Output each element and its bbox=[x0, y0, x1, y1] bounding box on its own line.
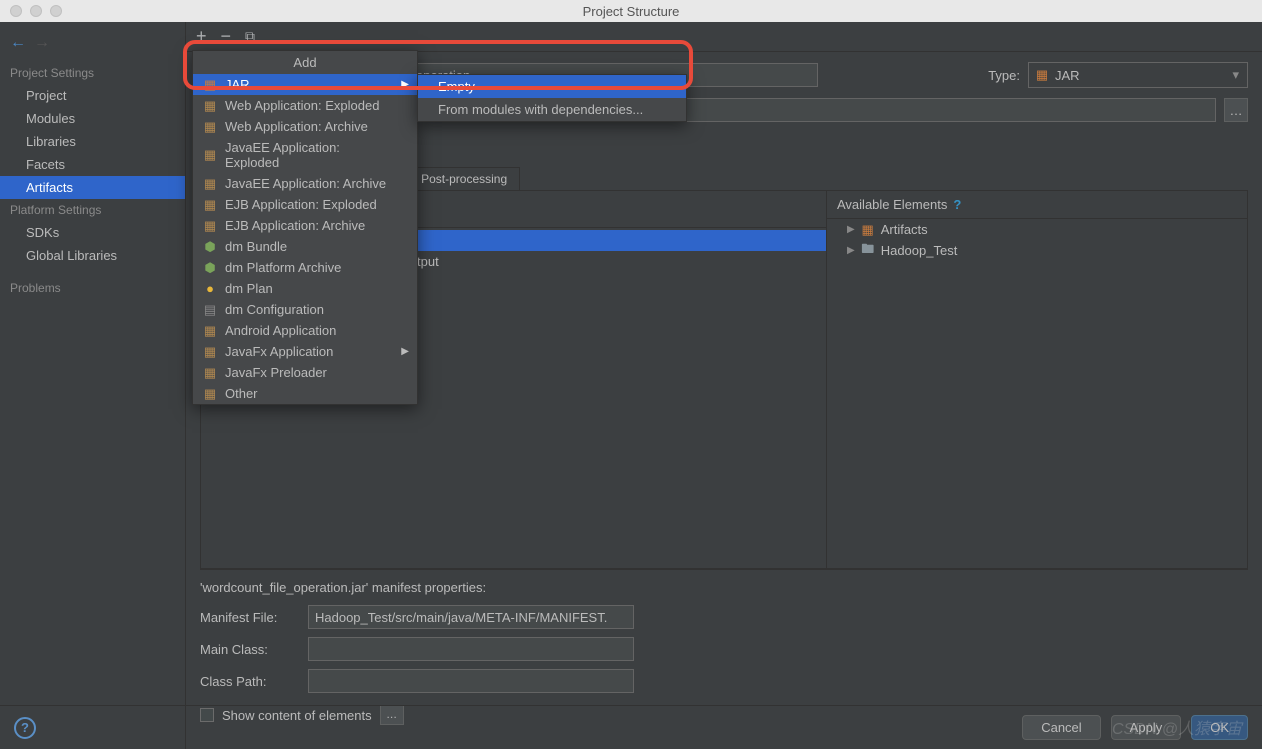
submenu-empty[interactable]: Empty bbox=[418, 75, 686, 98]
archive-icon: ▦ bbox=[203, 198, 217, 212]
ctx-dm-plan[interactable]: ●dm Plan bbox=[193, 278, 417, 299]
bundle-icon: ⬢ bbox=[203, 240, 217, 254]
sidebar-item-project[interactable]: Project bbox=[0, 84, 185, 107]
minimize-window-button[interactable] bbox=[30, 5, 42, 17]
manifest-title: 'wordcount_file_operation.jar' manifest … bbox=[200, 580, 1248, 595]
maximize-window-button[interactable] bbox=[50, 5, 62, 17]
platform-icon: ⬢ bbox=[203, 261, 217, 275]
available-hadoop-test[interactable]: ▶ 🖿 Hadoop_Test bbox=[827, 240, 1247, 261]
manifest-file-input[interactable] bbox=[308, 605, 634, 629]
javafx-icon: ▦ bbox=[203, 345, 217, 359]
layout-right-panel: Available Elements ? ▶ ▦ Artifacts ▶ 🖿 H… bbox=[827, 191, 1247, 568]
nav-arrows: ← → bbox=[0, 30, 185, 62]
ctx-javaee-archive[interactable]: ▦JavaEE Application: Archive bbox=[193, 173, 417, 194]
ctx-javafx-app[interactable]: ▦JavaFx Application▶ bbox=[193, 341, 417, 362]
ctx-dm-bundle[interactable]: ⬢dm Bundle bbox=[193, 236, 417, 257]
back-arrow-icon[interactable]: ← bbox=[10, 34, 26, 52]
artifacts-icon: ▦ bbox=[861, 223, 875, 237]
help-icon[interactable]: ? bbox=[953, 197, 961, 212]
archive-icon: ▦ bbox=[203, 99, 217, 113]
footer: ? Cancel Apply OK bbox=[0, 705, 1262, 749]
module-icon: 🖿 bbox=[861, 244, 875, 258]
expand-icon: ▶ bbox=[847, 224, 855, 235]
submenu-from-modules[interactable]: From modules with dependencies... bbox=[418, 98, 686, 121]
type-label: Type: bbox=[988, 68, 1020, 83]
archive-icon: ▦ bbox=[203, 177, 217, 191]
available-elements-header: Available Elements ? bbox=[827, 191, 1247, 219]
main-container: ← → Project Settings Project Modules Lib… bbox=[0, 22, 1262, 749]
type-value: JAR bbox=[1055, 68, 1080, 83]
artifacts-toolbar: + − ⧉ bbox=[186, 22, 1262, 52]
traffic-lights bbox=[0, 5, 62, 17]
manifest-file-label: Manifest File: bbox=[200, 610, 300, 625]
ctx-dm-platform[interactable]: ⬢dm Platform Archive bbox=[193, 257, 417, 278]
help-button[interactable]: ? bbox=[14, 717, 36, 739]
sidebar: ← → Project Settings Project Modules Lib… bbox=[0, 22, 186, 749]
sidebar-item-global-libraries[interactable]: Global Libraries bbox=[0, 244, 185, 267]
ctx-other[interactable]: ▦Other bbox=[193, 383, 417, 404]
ctx-dm-config[interactable]: ▤dm Configuration bbox=[193, 299, 417, 320]
submenu-arrow-icon: ▶ bbox=[401, 79, 409, 90]
jar-submenu: Empty From modules with dependencies... bbox=[417, 74, 687, 122]
add-artifact-button[interactable]: + bbox=[196, 26, 207, 47]
sidebar-section-project: Project Settings bbox=[0, 62, 185, 84]
main-class-label: Main Class: bbox=[200, 642, 300, 657]
class-path-row: Class Path: bbox=[200, 669, 1248, 693]
browse-output-button[interactable]: … bbox=[1224, 98, 1248, 122]
ctx-ejb-exploded[interactable]: ▦EJB Application: Exploded bbox=[193, 194, 417, 215]
available-artifacts[interactable]: ▶ ▦ Artifacts bbox=[827, 219, 1247, 240]
context-menu-title: Add bbox=[193, 51, 417, 74]
sidebar-item-modules[interactable]: Modules bbox=[0, 107, 185, 130]
ctx-ejb-archive[interactable]: ▦EJB Application: Archive bbox=[193, 215, 417, 236]
add-context-menu: Add ▦ JAR ▶ Empty From modules with depe… bbox=[192, 50, 418, 405]
class-path-input[interactable] bbox=[308, 669, 634, 693]
titlebar: Project Structure bbox=[0, 0, 1262, 22]
sidebar-item-facets[interactable]: Facets bbox=[0, 153, 185, 176]
class-path-label: Class Path: bbox=[200, 674, 300, 689]
plan-icon: ● bbox=[203, 282, 217, 296]
watermark: CSDN @人猿宇宙 bbox=[1112, 715, 1242, 739]
sidebar-section-problems[interactable]: Problems bbox=[0, 277, 185, 299]
archive-icon: ▦ bbox=[203, 120, 217, 134]
javafx-icon: ▦ bbox=[203, 366, 217, 380]
jar-icon: ▦ bbox=[1035, 68, 1049, 82]
remove-artifact-button[interactable]: − bbox=[221, 26, 232, 47]
expand-icon: ▶ bbox=[847, 245, 855, 256]
close-window-button[interactable] bbox=[10, 5, 22, 17]
config-icon: ▤ bbox=[203, 303, 217, 317]
ctx-javaee-exploded[interactable]: ▦JavaEE Application: Exploded bbox=[193, 137, 417, 173]
available-item-label: Hadoop_Test bbox=[881, 243, 958, 258]
ctx-javafx-preloader[interactable]: ▦JavaFx Preloader bbox=[193, 362, 417, 383]
jar-icon: ▦ bbox=[203, 78, 217, 92]
forward-arrow-icon[interactable]: → bbox=[34, 34, 50, 52]
type-select[interactable]: ▦ JAR bbox=[1028, 62, 1248, 88]
window-title: Project Structure bbox=[583, 4, 680, 19]
sidebar-item-sdks[interactable]: SDKs bbox=[0, 221, 185, 244]
ctx-jar[interactable]: ▦ JAR ▶ Empty From modules with dependen… bbox=[193, 74, 417, 95]
ctx-web-archive[interactable]: ▦Web Application: Archive bbox=[193, 116, 417, 137]
available-label: Available Elements bbox=[837, 197, 947, 212]
other-icon: ▦ bbox=[203, 387, 217, 401]
sidebar-section-platform: Platform Settings bbox=[0, 199, 185, 221]
sidebar-item-libraries[interactable]: Libraries bbox=[0, 130, 185, 153]
submenu-arrow-icon: ▶ bbox=[401, 346, 409, 357]
archive-icon: ▦ bbox=[203, 219, 217, 233]
tab-post-processing[interactable]: Post-processing bbox=[408, 167, 520, 190]
cancel-button[interactable]: Cancel bbox=[1022, 715, 1100, 740]
available-item-label: Artifacts bbox=[881, 222, 928, 237]
copy-artifact-button[interactable]: ⧉ bbox=[245, 28, 255, 45]
main-class-input[interactable] bbox=[308, 637, 634, 661]
archive-icon: ▦ bbox=[203, 148, 217, 162]
ctx-android[interactable]: ▦Android Application bbox=[193, 320, 417, 341]
android-icon: ▦ bbox=[203, 324, 217, 338]
ctx-web-exploded[interactable]: ▦Web Application: Exploded bbox=[193, 95, 417, 116]
main-class-row: Main Class: bbox=[200, 637, 1248, 661]
sidebar-item-artifacts[interactable]: Artifacts bbox=[0, 176, 185, 199]
manifest-file-row: Manifest File: bbox=[200, 605, 1248, 629]
